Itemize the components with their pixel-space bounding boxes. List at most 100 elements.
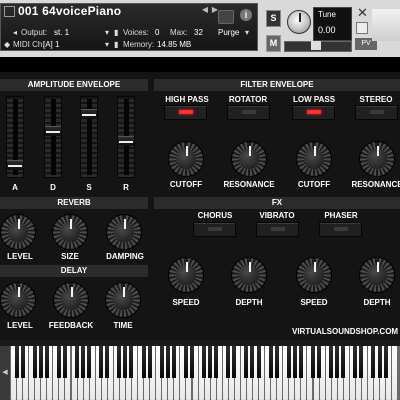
black-key[interactable]: [105, 346, 110, 378]
white-key[interactable]: [392, 346, 398, 400]
mute-button[interactable]: M: [266, 35, 281, 52]
black-key[interactable]: [87, 346, 92, 378]
black-key[interactable]: [202, 346, 207, 378]
fx-depth-1-knob[interactable]: [231, 257, 267, 293]
filter-cutoff-1-knob[interactable]: [168, 141, 204, 177]
filter-resonance-1-knob[interactable]: [231, 141, 267, 177]
chorus-button[interactable]: [193, 222, 236, 237]
black-key[interactable]: [232, 346, 237, 378]
black-key[interactable]: [274, 346, 279, 378]
aux-button[interactable]: [356, 22, 368, 34]
fader-cap-attack[interactable]: [7, 160, 23, 171]
black-key[interactable]: [353, 346, 358, 378]
black-key[interactable]: [20, 346, 25, 378]
camera-icon[interactable]: [218, 10, 234, 24]
fx-speed-1-knob[interactable]: [168, 257, 204, 293]
fx-depth-2-knob[interactable]: [359, 257, 395, 293]
fader-cap-decay[interactable]: [45, 126, 61, 137]
black-key[interactable]: [123, 346, 128, 378]
fader-release[interactable]: [117, 96, 135, 178]
black-key[interactable]: [56, 346, 61, 378]
black-key[interactable]: [359, 346, 364, 378]
fx-speed-1-label: SPEED: [172, 298, 200, 307]
max-voices-value[interactable]: 32: [194, 28, 203, 37]
delay-feedback-knob[interactable]: [53, 282, 89, 318]
black-key[interactable]: [208, 346, 213, 378]
black-key[interactable]: [377, 346, 382, 378]
filter-cutoff-2-knob[interactable]: [296, 141, 332, 177]
black-key[interactable]: [99, 346, 104, 378]
black-key[interactable]: [341, 346, 346, 378]
high-pass-button[interactable]: [164, 105, 207, 120]
black-key[interactable]: [310, 346, 315, 378]
close-icon[interactable]: ✕: [357, 5, 368, 21]
fader-cap-release[interactable]: [118, 136, 134, 147]
instrument-icon[interactable]: [4, 6, 15, 17]
black-key[interactable]: [32, 346, 37, 378]
black-key[interactable]: [159, 346, 164, 378]
filter-resonance-2-knob[interactable]: [359, 141, 395, 177]
black-key[interactable]: [165, 346, 170, 378]
black-key[interactable]: [371, 346, 376, 378]
black-key[interactable]: [44, 346, 49, 378]
vibrato-button[interactable]: [256, 222, 299, 237]
tune-value[interactable]: 0.00: [318, 25, 336, 35]
black-key[interactable]: [189, 346, 194, 378]
black-key[interactable]: [75, 346, 79, 378]
info-icon[interactable]: i: [240, 9, 252, 21]
piano-keyboard[interactable]: ◀: [0, 346, 400, 400]
black-key[interactable]: [171, 346, 176, 378]
purge-dropdown-icon[interactable]: ▾: [245, 28, 249, 37]
black-key[interactable]: [298, 346, 303, 378]
black-key[interactable]: [214, 346, 219, 378]
black-key[interactable]: [250, 346, 255, 378]
black-key[interactable]: [256, 346, 261, 378]
output-value[interactable]: st. 1: [54, 28, 69, 37]
black-key[interactable]: [38, 346, 43, 378]
reverb-level-knob[interactable]: [0, 214, 36, 250]
low-pass-label: LOW PASS: [292, 95, 336, 104]
fx-speed-2-knob[interactable]: [296, 257, 332, 293]
black-key[interactable]: [183, 346, 188, 378]
reverb-damping-knob[interactable]: [106, 214, 142, 250]
fader-sustain[interactable]: [80, 96, 98, 178]
phaser-button[interactable]: [319, 222, 362, 237]
output-dropdown-icon[interactable]: ▾: [105, 28, 109, 37]
black-key[interactable]: [268, 346, 273, 378]
delay-level-knob[interactable]: [0, 282, 36, 318]
pan-slider-thumb[interactable]: [311, 41, 321, 50]
instrument-name[interactable]: 001 64voicePiano: [18, 4, 121, 18]
reverb-size-knob[interactable]: [52, 214, 88, 250]
tune-knob[interactable]: [287, 10, 311, 34]
midi-dropdown-icon[interactable]: ▾: [105, 40, 109, 49]
black-key[interactable]: [292, 346, 297, 378]
high-pass-label: HIGH PASS: [165, 95, 209, 104]
black-key[interactable]: [383, 346, 388, 378]
prev-instrument-icon[interactable]: ◀: [200, 4, 210, 16]
midi-channel-value[interactable]: [A] 1: [43, 40, 59, 49]
low-pass-button[interactable]: [292, 105, 335, 120]
black-key[interactable]: [141, 346, 146, 378]
delay-time-knob[interactable]: [105, 282, 141, 318]
solo-button[interactable]: S: [266, 10, 281, 27]
keyboard-scroll-left-icon[interactable]: ◀: [0, 346, 10, 400]
black-key[interactable]: [317, 346, 321, 378]
fader-attack[interactable]: [6, 96, 24, 178]
black-key[interactable]: [129, 346, 134, 378]
black-key[interactable]: [117, 346, 122, 378]
black-key[interactable]: [329, 346, 334, 378]
black-key[interactable]: [81, 346, 86, 378]
black-key[interactable]: [286, 346, 291, 378]
purge-menu[interactable]: Purge: [218, 28, 239, 37]
fader-decay[interactable]: [44, 96, 62, 178]
black-key[interactable]: [226, 346, 231, 378]
black-key[interactable]: [147, 346, 152, 378]
stereo-button[interactable]: [355, 105, 398, 120]
black-key[interactable]: [335, 346, 340, 378]
black-key[interactable]: [244, 346, 249, 378]
rotator-button[interactable]: [227, 105, 270, 120]
black-key[interactable]: [14, 346, 19, 378]
rotator-led: [242, 110, 256, 114]
fader-cap-sustain[interactable]: [81, 109, 97, 120]
black-key[interactable]: [62, 346, 67, 378]
